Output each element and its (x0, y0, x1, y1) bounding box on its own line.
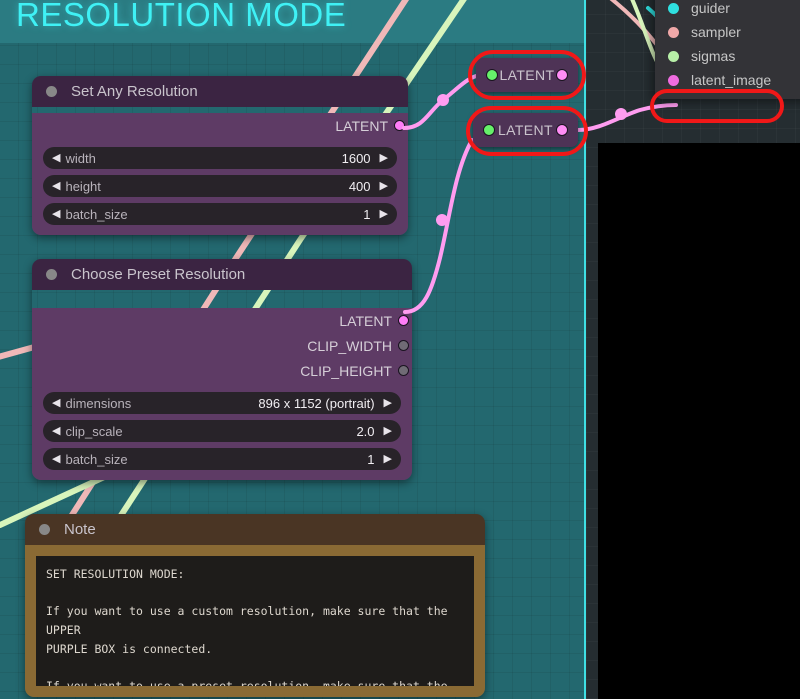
widget-name: height (65, 178, 101, 194)
input-slot-sigmas[interactable]: sigmas (655, 44, 800, 68)
increment-arrow-icon[interactable]: ▶ (380, 180, 388, 192)
output-slot-label: CLIP_WIDTH (307, 337, 392, 354)
increment-arrow-icon[interactable]: ▶ (380, 152, 388, 164)
node-title-label: Note (64, 521, 96, 538)
node-titlebar[interactable]: Note (25, 514, 485, 545)
output-dot-clip-width-icon[interactable] (398, 340, 409, 351)
widget-list: ◀ dimensions 896 x 1152 (portrait) ▶ ◀ c… (32, 383, 412, 480)
node-body: SET RESOLUTION MODE: If you want to use … (25, 545, 485, 697)
decrement-arrow-icon[interactable]: ◀ (52, 397, 60, 409)
wire-midpoint-dot (615, 108, 627, 120)
reroute-node-latent-upper[interactable]: LATENT (476, 58, 578, 92)
widget-name: batch_size (65, 206, 128, 222)
node-title-label: Set Any Resolution (71, 83, 198, 100)
node-titlebar[interactable]: Set Any Resolution (32, 76, 408, 107)
widget-name: batch_size (65, 451, 128, 467)
widget-value[interactable]: 400 (349, 179, 371, 194)
widget-name: width (65, 150, 96, 166)
input-dot-latent-image-icon[interactable] (668, 74, 679, 86)
node-body: LATENT CLIP_WIDTH CLIP_HEIGHT ◀ dimensio… (32, 308, 412, 480)
input-dot-sigmas-icon[interactable] (668, 50, 679, 62)
decrement-arrow-icon[interactable]: ◀ (52, 152, 60, 164)
input-slot-sampler[interactable]: sampler (655, 20, 800, 44)
input-slot-label: sampler (691, 24, 741, 40)
input-slot-label: sigmas (691, 48, 736, 64)
increment-arrow-icon[interactable]: ▶ (380, 208, 388, 220)
node-body: LATENT ◀ width 1600 ▶ ◀ height 400 ▶ ◀ b… (32, 113, 408, 235)
widget-clip-scale[interactable]: ◀ clip_scale 2.0 ▶ (43, 420, 401, 442)
widget-name: dimensions (65, 395, 132, 411)
node-graph-canvas[interactable]: RESOLUTION MODE Set Any Resolution LATEN… (0, 0, 800, 699)
decrement-arrow-icon[interactable]: ◀ (52, 180, 60, 192)
group-title: RESOLUTION MODE (16, 0, 347, 33)
widget-value[interactable]: 2.0 (356, 424, 374, 439)
increment-arrow-icon[interactable]: ▶ (384, 397, 392, 409)
reroute-label: LATENT (499, 67, 555, 83)
output-slot-label: CLIP_HEIGHT (300, 362, 392, 379)
node-set-any-resolution[interactable]: Set Any Resolution LATENT ◀ width 1600 ▶… (32, 76, 408, 235)
widget-value[interactable]: 896 x 1152 (portrait) (258, 396, 374, 411)
decrement-arrow-icon[interactable]: ◀ (52, 425, 60, 437)
increment-arrow-icon[interactable]: ▶ (384, 453, 392, 465)
widget-value[interactable]: 1600 (342, 151, 371, 166)
decrement-arrow-icon[interactable]: ◀ (52, 453, 60, 465)
widget-width[interactable]: ◀ width 1600 ▶ (43, 147, 397, 169)
output-dot-latent-icon[interactable] (394, 120, 405, 131)
input-slot-label: latent_image (691, 72, 772, 88)
reroute-label: LATENT (497, 122, 554, 138)
widget-value[interactable]: 1 (363, 207, 370, 222)
input-dot-guider-icon[interactable] (668, 2, 679, 14)
node-choose-preset-resolution[interactable]: Choose Preset Resolution LATENT CLIP_WID… (32, 259, 412, 480)
node-title-label: Choose Preset Resolution (71, 266, 246, 283)
output-slot-clip-width[interactable]: CLIP_WIDTH (32, 333, 412, 358)
output-slot-latent[interactable]: LATENT (32, 308, 412, 333)
reroute-input-dot-icon[interactable] (486, 69, 498, 81)
note-textarea[interactable]: SET RESOLUTION MODE: If you want to use … (36, 556, 474, 686)
reroute-input-dot-icon[interactable] (483, 124, 495, 136)
widget-name: clip_scale (65, 423, 123, 439)
input-slot-guider[interactable]: guider (655, 0, 800, 20)
collapse-dot-icon[interactable] (46, 269, 57, 280)
output-slot-label: LATENT (335, 117, 388, 134)
widget-batch-size[interactable]: ◀ batch_size 1 ▶ (43, 203, 397, 225)
input-dot-sampler-icon[interactable] (668, 26, 679, 38)
widget-list: ◀ width 1600 ▶ ◀ height 400 ▶ ◀ batch_si… (32, 138, 408, 235)
output-slot-latent[interactable]: LATENT (32, 113, 408, 138)
node-sampler-custom-advanced[interactable]: noise guider sampler sigmas latent_image (655, 0, 800, 99)
collapse-dot-icon[interactable] (39, 524, 50, 535)
reroute-node-latent-lower[interactable]: LATENT (473, 113, 578, 147)
input-slot-label: guider (691, 0, 730, 16)
decrement-arrow-icon[interactable]: ◀ (52, 208, 60, 220)
collapse-dot-icon[interactable] (46, 86, 57, 97)
preview-image-output[interactable] (598, 143, 800, 699)
output-slot-label: LATENT (339, 312, 392, 329)
reroute-output-dot-icon[interactable] (556, 124, 568, 136)
output-dot-clip-height-icon[interactable] (398, 365, 409, 376)
widget-batch-size[interactable]: ◀ batch_size 1 ▶ (43, 448, 401, 470)
widget-height[interactable]: ◀ height 400 ▶ (43, 175, 397, 197)
output-dot-latent-icon[interactable] (398, 315, 409, 326)
node-titlebar[interactable]: Choose Preset Resolution (32, 259, 412, 290)
reroute-output-dot-icon[interactable] (556, 69, 568, 81)
output-slot-clip-height[interactable]: CLIP_HEIGHT (32, 358, 412, 383)
increment-arrow-icon[interactable]: ▶ (384, 425, 392, 437)
widget-value[interactable]: 1 (367, 452, 374, 467)
node-note[interactable]: Note SET RESOLUTION MODE: If you want to… (25, 514, 485, 697)
widget-dimensions[interactable]: ◀ dimensions 896 x 1152 (portrait) ▶ (43, 392, 401, 414)
input-slot-latent-image[interactable]: latent_image (655, 68, 800, 92)
